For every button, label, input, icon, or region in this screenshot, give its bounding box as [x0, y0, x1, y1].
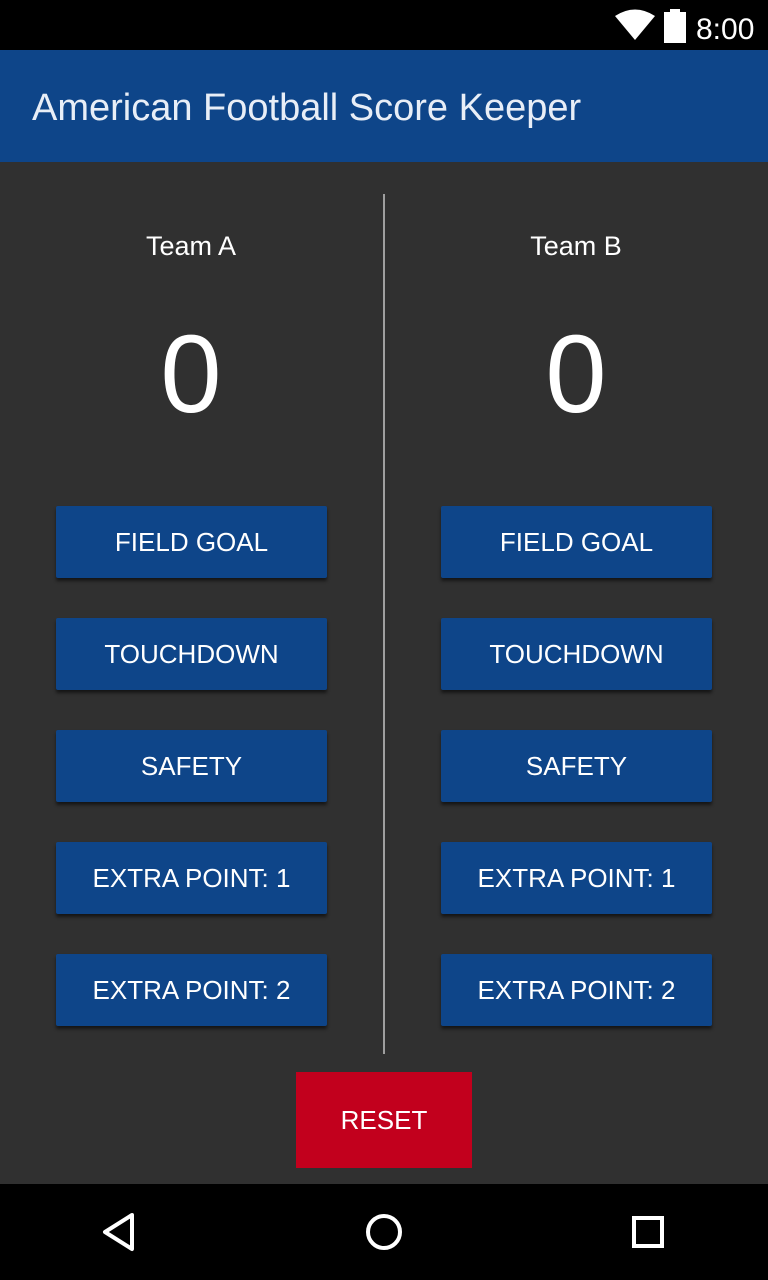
team-b-field-goal-button[interactable]: FIELD GOAL — [441, 506, 712, 578]
team-a-touchdown-button[interactable]: TOUCHDOWN — [56, 618, 327, 690]
team-b-safety-button[interactable]: SAFETY — [441, 730, 712, 802]
team-b-name: Team B — [530, 231, 622, 261]
home-icon[interactable] — [360, 1208, 408, 1256]
team-a-extra-point-2-button[interactable]: EXTRA POINT: 2 — [56, 954, 327, 1026]
status-time: 8:00 — [696, 13, 755, 46]
battery-icon — [663, 9, 687, 43]
team-a-score: 0 — [160, 313, 222, 436]
back-icon[interactable] — [96, 1208, 144, 1256]
team-a-extra-point-1-button[interactable]: EXTRA POINT: 1 — [56, 842, 327, 914]
team-a-name: Team A — [145, 231, 237, 261]
app-title: American Football Score Keeper — [32, 87, 582, 129]
status-bar: 8:00 — [0, 0, 768, 50]
team-a-field-goal-button[interactable]: FIELD GOAL — [56, 506, 327, 578]
team-b-panel: Team B 0 FIELD GOAL TOUCHDOWN SAFETY EXT… — [385, 162, 768, 1062]
recents-icon[interactable] — [624, 1208, 672, 1256]
team-b-extra-point-2-button[interactable]: EXTRA POINT: 2 — [441, 954, 712, 1026]
reset-button[interactable]: RESET — [296, 1072, 472, 1168]
team-b-score: 0 — [545, 313, 607, 436]
navigation-bar — [0, 1184, 768, 1280]
team-b-extra-point-1-button[interactable]: EXTRA POINT: 1 — [441, 842, 712, 914]
main-content: Team A 0 FIELD GOAL TOUCHDOWN SAFETY EXT… — [0, 162, 768, 1184]
app-bar: American Football Score Keeper — [0, 50, 768, 162]
team-b-touchdown-button[interactable]: TOUCHDOWN — [441, 618, 712, 690]
team-a-safety-button[interactable]: SAFETY — [56, 730, 327, 802]
team-a-panel: Team A 0 FIELD GOAL TOUCHDOWN SAFETY EXT… — [0, 162, 384, 1062]
wifi-icon — [614, 9, 656, 41]
